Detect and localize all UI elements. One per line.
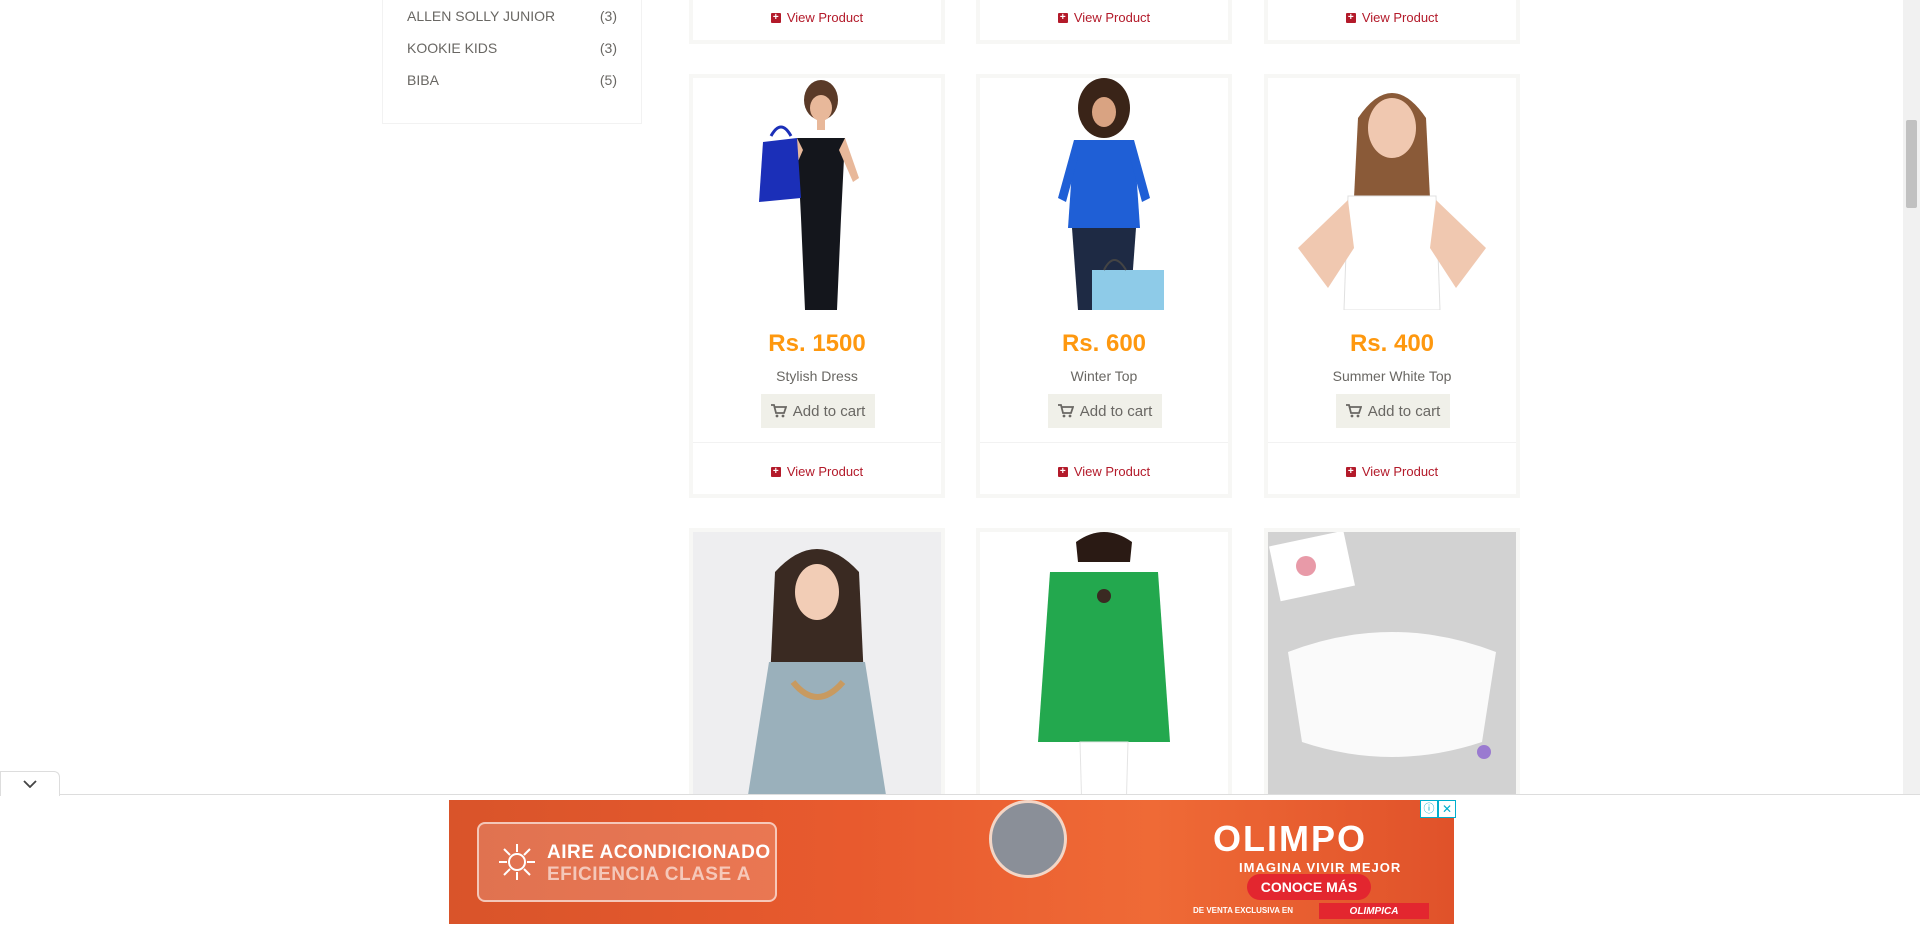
ad-tagline: IMAGINA VIVIR MEJOR [1239, 860, 1402, 875]
view-product-label: View Product [1361, 464, 1439, 479]
ad-exclusive-text: DE VENTA EXCLUSIVA EN [1193, 906, 1294, 915]
product-card-top-2: + View Product [976, 0, 1232, 44]
product-price: Rs. 600 [1061, 330, 1147, 357]
page-scrollbar[interactable] [1903, 0, 1920, 794]
add-to-cart-label: Add to cart [1079, 402, 1153, 420]
divider [693, 442, 941, 443]
plus-square-icon: + [770, 12, 781, 23]
view-product-label: View Product [1073, 464, 1151, 479]
advertisement-banner[interactable]: AIRE ACONDICIONADO EFICIENCIA CLASE A OL… [449, 800, 1454, 924]
ad-subheadline: EFICIENCIA CLASE A [547, 864, 751, 885]
product-image[interactable] [1268, 78, 1516, 310]
view-product-link[interactable]: + View Product [693, 464, 941, 479]
product-card-row3-3 [1264, 528, 1520, 818]
brand-item-biba[interactable]: BIBA (5) [407, 68, 617, 92]
product-name: Stylish Dress [776, 368, 858, 384]
divider [1268, 442, 1516, 443]
product-card-row3-1 [689, 528, 945, 818]
scrollbar-thumb[interactable] [1906, 120, 1917, 208]
product-image[interactable] [693, 532, 941, 814]
product-card-row3-2 [976, 528, 1232, 818]
view-product-link[interactable]: + View Product [980, 464, 1228, 479]
product-image[interactable] [980, 532, 1228, 814]
ad-headline: AIRE ACONDICIONADO [547, 842, 771, 863]
view-product-label: View Product [1361, 10, 1439, 25]
product-name: Summer White Top [1332, 368, 1452, 384]
product-name: Winter Top [1070, 368, 1138, 384]
product-card-winter-top: Rs. 600 Winter Top Add to cart + View Pr… [976, 74, 1232, 498]
product-card-top-3: + View Product [1264, 0, 1520, 44]
product-price: Rs. 1500 [768, 330, 866, 357]
view-product-label: View Product [786, 464, 864, 479]
ad-close-icon[interactable]: ✕ [1438, 800, 1456, 818]
collapse-ad-button[interactable] [0, 771, 60, 796]
add-to-cart-label: Add to cart [792, 402, 866, 420]
product-image[interactable] [980, 78, 1228, 310]
brand-name: ALLEN SOLLY JUNIOR [407, 8, 556, 24]
brand-count: (3) [599, 40, 617, 56]
plus-square-icon: + [1345, 466, 1356, 477]
ad-lamp-image [989, 800, 1067, 878]
view-product-link[interactable]: + View Product [693, 10, 941, 25]
plus-square-icon: + [1057, 12, 1068, 23]
product-card-top-1: + View Product [689, 0, 945, 44]
shopping-cart-icon [1345, 404, 1362, 418]
shopping-cart-icon [770, 404, 787, 418]
ad-store-logo: OLIMPICA [1319, 903, 1429, 919]
plus-square-icon: + [1345, 12, 1356, 23]
plus-square-icon: + [770, 466, 781, 477]
add-to-cart-button[interactable]: Add to cart [1048, 394, 1162, 428]
divider [980, 442, 1228, 443]
ad-info-icon[interactable]: ⓘ [1420, 800, 1438, 818]
view-product-label: View Product [1073, 10, 1151, 25]
brand-count: (5) [599, 72, 617, 88]
brand-count: (3) [599, 8, 617, 24]
view-product-link[interactable]: + View Product [1268, 10, 1516, 25]
brand-item-allen-solly-junior[interactable]: ALLEN SOLLY JUNIOR (3) [407, 4, 617, 28]
brands-panel: ALLEN SOLLY JUNIOR (3) KOOKIE KIDS (3) B… [382, 0, 642, 124]
product-card-stylish-dress: Rs. 1500 Stylish Dress Add to cart + Vie… [689, 74, 945, 498]
view-product-link[interactable]: + View Product [1268, 464, 1516, 479]
view-product-link[interactable]: + View Product [980, 10, 1228, 25]
sun-snowflake-icon [499, 844, 535, 880]
product-image[interactable] [1268, 532, 1516, 814]
chevron-down-icon [23, 780, 37, 788]
product-image[interactable] [693, 78, 941, 310]
brand-name: BIBA [407, 72, 439, 88]
product-card-summer-white-top: Rs. 400 Summer White Top Add to cart + V… [1264, 74, 1520, 498]
view-product-label: View Product [786, 10, 864, 25]
plus-square-icon: + [1057, 466, 1068, 477]
shopping-cart-icon [1057, 404, 1074, 418]
add-to-cart-button[interactable]: Add to cart [761, 394, 875, 428]
brand-item-kookie-kids[interactable]: KOOKIE KIDS (3) [407, 36, 617, 60]
add-to-cart-label: Add to cart [1367, 402, 1441, 420]
ad-brand-logo: OLIMPO [1213, 818, 1367, 859]
add-to-cart-button[interactable]: Add to cart [1336, 394, 1450, 428]
brand-name: KOOKIE KIDS [407, 40, 498, 56]
product-price: Rs. 400 [1349, 330, 1435, 357]
ad-cta-button[interactable]: CONOCE MÁS [1247, 874, 1371, 900]
